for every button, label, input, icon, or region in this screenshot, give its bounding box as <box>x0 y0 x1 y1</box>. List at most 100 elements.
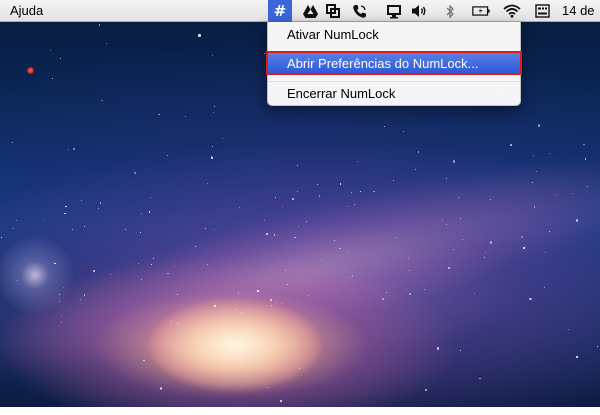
star <box>543 286 545 288</box>
star <box>596 346 598 348</box>
star <box>214 105 216 107</box>
star <box>137 262 139 264</box>
star <box>270 304 272 306</box>
star <box>414 168 416 170</box>
google-drive-icon[interactable] <box>301 2 319 20</box>
star <box>237 292 240 294</box>
star <box>97 208 99 210</box>
star <box>177 293 179 295</box>
menu-help[interactable]: Ajuda <box>10 3 43 18</box>
wifi-icon[interactable] <box>503 2 521 20</box>
star <box>11 141 13 144</box>
star <box>452 160 455 163</box>
battery-icon[interactable] <box>472 2 490 20</box>
star <box>214 305 216 307</box>
star <box>490 198 492 200</box>
star <box>173 265 175 267</box>
star <box>158 113 160 116</box>
menu-item-open-preferences[interactable]: Abrir Preferências do NumLock... <box>266 51 522 75</box>
star <box>282 205 283 207</box>
star <box>437 347 440 350</box>
menu-item-quit-numlock[interactable]: Encerrar NumLock <box>268 83 520 105</box>
star <box>49 49 52 52</box>
star <box>394 236 396 238</box>
star <box>406 288 408 290</box>
star <box>280 400 282 402</box>
star <box>65 205 67 208</box>
menu-clock[interactable]: 14 de <box>562 3 595 18</box>
star <box>383 125 385 128</box>
star <box>207 263 208 265</box>
star <box>441 219 443 221</box>
star <box>459 350 461 352</box>
star <box>392 179 394 181</box>
star <box>12 228 14 229</box>
star <box>42 218 44 220</box>
volume-icon[interactable] <box>411 2 429 20</box>
star <box>484 256 485 258</box>
bluetooth-icon[interactable] <box>441 2 459 20</box>
star <box>54 262 56 264</box>
star <box>333 239 335 241</box>
star <box>425 389 427 391</box>
star <box>211 55 213 57</box>
display-icon[interactable] <box>385 2 403 20</box>
star <box>101 100 103 102</box>
star <box>234 309 236 311</box>
star <box>458 196 460 199</box>
screen-capture-icon[interactable] <box>324 2 342 20</box>
star <box>351 191 353 193</box>
star <box>347 206 349 208</box>
star <box>211 157 214 160</box>
star <box>64 212 66 215</box>
star <box>382 298 384 300</box>
star <box>318 195 321 197</box>
star <box>238 206 241 209</box>
star <box>211 145 213 147</box>
star <box>167 155 169 156</box>
star <box>71 229 73 231</box>
star <box>266 387 268 389</box>
phone-icon[interactable] <box>350 2 368 20</box>
star <box>479 377 481 379</box>
star <box>99 202 102 204</box>
star <box>139 231 141 234</box>
star <box>204 227 207 230</box>
star <box>474 292 475 294</box>
star <box>296 164 298 166</box>
star <box>575 219 578 222</box>
star <box>149 197 151 199</box>
star <box>264 52 266 54</box>
star <box>270 299 272 301</box>
star <box>531 181 533 183</box>
red-star <box>27 67 34 74</box>
keyboard-input-icon[interactable] <box>533 2 551 20</box>
star <box>554 194 556 196</box>
star <box>567 328 569 331</box>
star <box>536 170 537 172</box>
star <box>489 241 493 244</box>
menu-item-activate-numlock[interactable]: Ativar NumLock <box>268 24 520 46</box>
star <box>273 234 276 236</box>
star <box>15 220 17 222</box>
star <box>417 151 420 153</box>
star <box>140 212 143 215</box>
star <box>213 111 215 113</box>
star <box>339 183 342 185</box>
star <box>160 387 163 390</box>
menu-bar: Ajuda # 14 de <box>0 0 600 22</box>
star <box>198 34 201 37</box>
star <box>67 148 69 150</box>
star <box>222 137 224 139</box>
star <box>105 43 107 44</box>
star <box>80 199 82 201</box>
star <box>445 178 447 180</box>
star <box>544 251 546 253</box>
star <box>93 270 95 272</box>
star <box>213 229 215 231</box>
star <box>125 229 127 231</box>
star <box>584 158 587 160</box>
star <box>297 190 299 192</box>
star <box>403 130 404 132</box>
numlock-icon[interactable]: # <box>268 0 292 22</box>
